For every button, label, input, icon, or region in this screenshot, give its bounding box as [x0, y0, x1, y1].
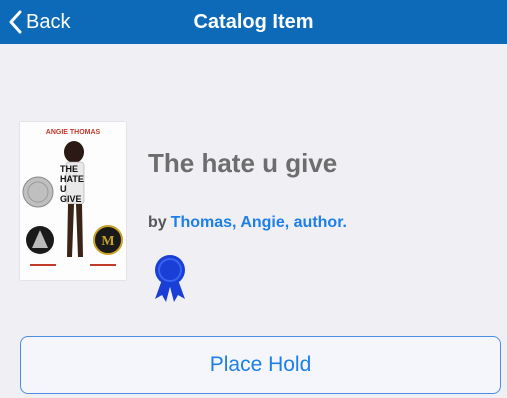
silver-medal-icon [22, 176, 54, 208]
cover-title-line-1: THE [60, 164, 78, 174]
author-line: by Thomas, Angie, author. [148, 214, 347, 232]
back-label: Back [26, 10, 71, 33]
cover-author: ANGIE THOMAS [46, 129, 101, 136]
author-link[interactable]: Thomas, Angie, author. [171, 214, 347, 231]
navigation-bar: Back Catalog Item [0, 0, 507, 44]
by-prefix: by [148, 214, 167, 231]
cover-title-line-4: GIVE [60, 194, 82, 204]
cover-title-line-3: U [60, 184, 67, 194]
svg-text:M: M [101, 234, 114, 249]
black-award-seal-icon [26, 226, 54, 254]
back-button[interactable]: Back [8, 0, 70, 44]
chevron-left-icon [9, 10, 22, 34]
item-title: The hate u give [148, 148, 338, 178]
page-title: Catalog Item [193, 10, 314, 33]
cover-title-line-2: HATE [60, 174, 84, 184]
book-cover-image[interactable]: ANGIE THOMAS THE HATE U GIVE M [20, 122, 126, 280]
gold-award-seal-icon: M [93, 225, 123, 255]
place-hold-button[interactable]: Place Hold [20, 336, 501, 394]
award-ribbon-icon [150, 253, 190, 308]
